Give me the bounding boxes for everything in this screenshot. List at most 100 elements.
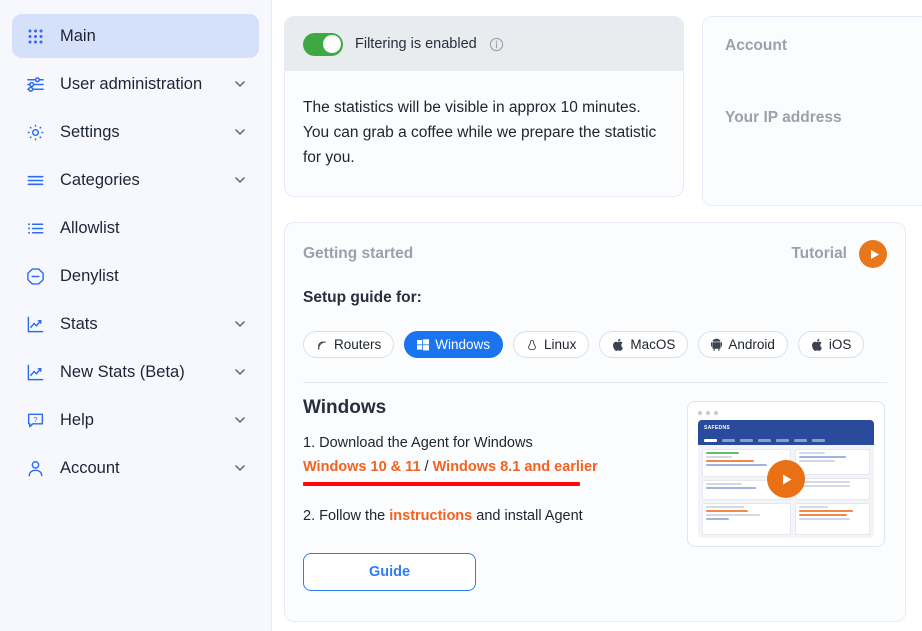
sidebar-item-label: Categories xyxy=(60,170,140,189)
tutorial-label: Tutorial xyxy=(791,245,847,262)
windows-icon xyxy=(417,338,430,351)
sidebar-item-user-administration[interactable]: User administration xyxy=(12,62,259,106)
sidebar: Main User administration Settings Catego… xyxy=(0,0,272,631)
account-ip-label: Your IP address xyxy=(725,109,842,126)
account-card-title: Account xyxy=(725,37,787,54)
getting-started-header: Getting started Tutorial xyxy=(303,223,887,285)
step-1-text: 1. Download the Agent for Windows xyxy=(303,435,533,451)
tab-label: iOS xyxy=(828,337,852,352)
octagon-minus-icon xyxy=(22,267,48,286)
step-2-prefix: 2. Follow the xyxy=(303,507,390,524)
tab-label: Windows xyxy=(435,337,491,352)
os-heading: Windows xyxy=(303,397,387,418)
sidebar-item-settings[interactable]: Settings xyxy=(12,110,259,154)
user-icon xyxy=(22,459,48,478)
chevron-down-icon[interactable] xyxy=(233,77,249,91)
platform-tabs: Routers Windows Linux MacOS Android iOS xyxy=(303,331,887,358)
menu-lines-icon xyxy=(22,171,48,190)
preview-topbar: SAFEDNS xyxy=(698,420,874,435)
preview-col-right xyxy=(794,449,870,535)
info-circle-icon[interactable] xyxy=(489,37,504,52)
instructions-link[interactable]: instructions xyxy=(389,508,472,524)
filtering-card-header: Filtering is enabled xyxy=(285,17,683,71)
annotation-red-underline xyxy=(303,481,580,486)
getting-started-card: Getting started Tutorial Setup guide for… xyxy=(284,222,906,622)
tab-label: Linux xyxy=(544,337,577,352)
sidebar-item-new-stats-beta[interactable]: New Stats (Beta) xyxy=(12,350,259,394)
top-cards-row: Filtering is enabled The statistics will… xyxy=(284,16,922,206)
dashboard-preview: SAFEDNS xyxy=(698,420,874,538)
tab-routers[interactable]: Routers xyxy=(303,331,395,358)
gear-icon xyxy=(22,123,48,142)
sidebar-item-label: Help xyxy=(60,410,94,429)
tab-windows[interactable]: Windows xyxy=(404,331,504,358)
help-bubble-icon: ? xyxy=(22,411,48,430)
tutorial-video-thumbnail[interactable]: SAFEDNS xyxy=(687,397,887,591)
sidebar-item-allowlist[interactable]: Allowlist xyxy=(12,206,259,250)
toggle-knob xyxy=(322,35,341,53)
guide-button[interactable]: Guide xyxy=(303,553,476,592)
sidebar-item-label: Stats xyxy=(60,314,98,333)
grid-dots-icon xyxy=(22,28,48,45)
chevron-down-icon[interactable] xyxy=(233,365,249,379)
sidebar-item-categories[interactable]: Categories xyxy=(12,158,259,202)
filtering-toggle[interactable] xyxy=(303,32,343,56)
download-links: Windows 10 & 11 / Windows 8.1 and earlie… xyxy=(303,457,687,479)
filtering-toggle-label: Filtering is enabled xyxy=(355,36,477,52)
download-link-windows-10-11[interactable]: Windows 10 & 11 xyxy=(303,459,421,475)
list-check-icon xyxy=(22,219,48,238)
sliders-icon xyxy=(22,75,48,94)
tutorial-button[interactable]: Tutorial xyxy=(791,240,887,268)
step-2: 2. Follow the instructions and install A… xyxy=(303,506,687,528)
filtering-card-body: The statistics will be visible in approx… xyxy=(285,71,683,196)
sidebar-item-account[interactable]: Account xyxy=(12,446,259,490)
svg-text:?: ? xyxy=(33,414,37,423)
tab-linux[interactable]: Linux xyxy=(513,331,590,358)
play-icon[interactable] xyxy=(767,460,805,498)
preview-widget xyxy=(702,503,791,535)
link-separator: / xyxy=(420,458,433,475)
sidebar-item-label: User administration xyxy=(60,74,203,93)
step-2-suffix: and install Agent xyxy=(472,507,583,524)
chart-line-icon xyxy=(22,315,48,334)
sidebar-item-stats[interactable]: Stats xyxy=(12,302,259,346)
tab-label: Routers xyxy=(334,337,382,352)
account-card: Account Your IP address xyxy=(702,16,922,206)
os-setup-steps: Windows 1. Download the Agent for Window… xyxy=(303,397,687,592)
sidebar-item-label: Account xyxy=(60,458,120,477)
tab-label: MacOS xyxy=(630,337,676,352)
tablet-frame: SAFEDNS xyxy=(687,401,885,547)
sidebar-item-help[interactable]: ? Help xyxy=(12,398,259,442)
setup-guide-label: Setup guide for: xyxy=(303,289,422,306)
play-icon[interactable] xyxy=(859,240,887,268)
sidebar-item-denylist[interactable]: Denylist xyxy=(12,254,259,298)
chevron-down-icon[interactable] xyxy=(233,413,249,427)
tab-ios[interactable]: iOS xyxy=(797,331,865,358)
tab-macos[interactable]: MacOS xyxy=(599,331,689,358)
sidebar-item-label: Main xyxy=(60,26,96,45)
tab-android[interactable]: Android xyxy=(698,331,788,358)
chart-line-icon xyxy=(22,363,48,382)
chevron-down-icon[interactable] xyxy=(233,461,249,475)
download-link-windows-81[interactable]: Windows 8.1 and earlier xyxy=(433,459,598,475)
apple-icon xyxy=(612,338,624,351)
chevron-down-icon[interactable] xyxy=(233,317,249,331)
preview-widget xyxy=(794,449,870,475)
sidebar-item-main[interactable]: Main xyxy=(12,14,259,58)
preview-widget xyxy=(794,478,870,500)
apple-icon xyxy=(811,338,823,351)
tablet-camera-dots xyxy=(698,411,874,415)
sidebar-item-label: Denylist xyxy=(60,266,119,285)
chevron-down-icon[interactable] xyxy=(233,125,249,139)
section-divider xyxy=(303,382,887,383)
android-icon xyxy=(711,338,723,351)
main-content: Filtering is enabled The statistics will… xyxy=(272,0,922,631)
sidebar-item-label: New Stats (Beta) xyxy=(60,362,185,381)
rss-signal-icon xyxy=(316,339,328,351)
getting-started-title: Getting started xyxy=(303,245,414,262)
step-1: 1. Download the Agent for Windows Window… xyxy=(303,433,687,486)
filtering-status-text: The statistics will be visible in approx… xyxy=(303,99,657,167)
preview-navbar xyxy=(698,435,874,445)
tab-label: Android xyxy=(728,337,775,352)
chevron-down-icon[interactable] xyxy=(233,173,249,187)
